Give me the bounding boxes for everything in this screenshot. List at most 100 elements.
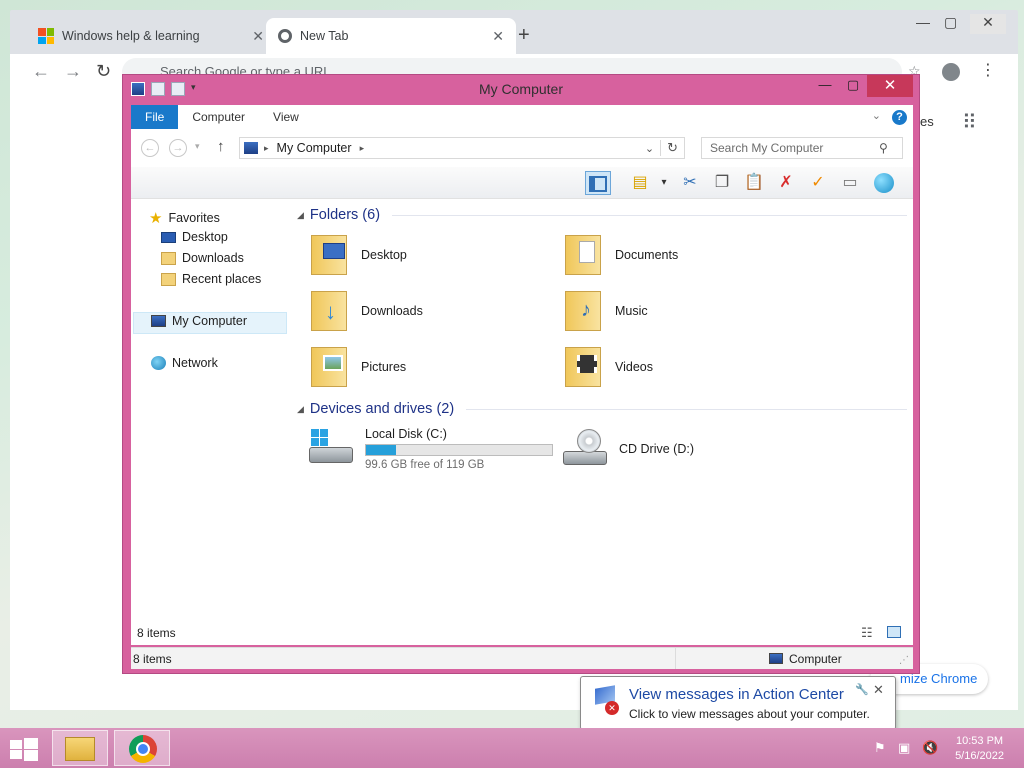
- folder-name: Pictures: [361, 360, 407, 374]
- dropdown-chevron-icon[interactable]: ▾: [651, 171, 677, 195]
- tab-close-icon[interactable]: ✕: [252, 28, 264, 45]
- preview-pane-icon[interactable]: [585, 171, 611, 195]
- help-icon[interactable]: ?: [892, 110, 907, 125]
- expand-ribbon-chevron-icon[interactable]: ⌄: [872, 109, 881, 122]
- properties-icon[interactable]: ▤: [627, 171, 653, 195]
- forward-button-icon[interactable]: →: [169, 139, 187, 157]
- close-icon[interactable]: ✕: [970, 14, 1006, 34]
- menu-icon[interactable]: ⋮: [980, 62, 996, 80]
- computer-icon: [151, 315, 166, 327]
- maximize-icon[interactable]: ▢: [944, 14, 957, 31]
- cut-icon[interactable]: ✂: [677, 171, 703, 195]
- back-icon[interactable]: ←: [32, 62, 50, 80]
- forward-icon[interactable]: →: [64, 62, 82, 80]
- copy-icon[interactable]: ❐: [709, 171, 735, 195]
- nav-item-network[interactable]: Network: [151, 356, 218, 370]
- start-windows-icon[interactable]: [10, 738, 38, 761]
- back-button-icon[interactable]: ←: [141, 139, 159, 157]
- nav-item-downloads[interactable]: Downloads: [161, 251, 244, 265]
- nav-item-my-computer[interactable]: My Computer: [151, 314, 247, 328]
- tab-view[interactable]: View: [259, 105, 313, 129]
- folder-downloads-icon: ↓: [309, 287, 351, 335]
- tab-windows-help[interactable]: Windows help & learning ✕: [26, 18, 276, 54]
- chrome-icon: [129, 735, 157, 763]
- taskbar-chrome-button[interactable]: [114, 730, 170, 766]
- up-arrow-icon[interactable]: ↑: [217, 138, 225, 155]
- nav-item-favorites[interactable]: ★ Favorites: [149, 209, 220, 227]
- breadcrumb[interactable]: My Computer: [277, 141, 352, 155]
- folders-group-header[interactable]: ◢ Folders (6): [297, 207, 907, 223]
- system-clock[interactable]: 10:53 PM 5/16/2022: [955, 734, 1004, 764]
- details-view-icon[interactable]: ☷: [861, 625, 873, 641]
- tab-file[interactable]: File: [131, 105, 179, 129]
- taskbar: ⚑ ▣ 🔇 10:53 PM 5/16/2022: [0, 728, 1024, 768]
- balloon-close-icon[interactable]: ✕: [873, 682, 884, 698]
- clock-date: 5/16/2022: [955, 750, 1004, 762]
- drive-usage-fill: [366, 445, 397, 455]
- status-location: Computer: [789, 652, 842, 666]
- nav-item-desktop[interactable]: Desktop: [161, 230, 228, 244]
- checkmark-icon[interactable]: ✓: [805, 171, 831, 195]
- collapse-triangle-icon[interactable]: ◢: [297, 210, 304, 221]
- downloads-folder-icon: [161, 251, 176, 265]
- collapse-triangle-icon[interactable]: ◢: [297, 404, 304, 415]
- nav-label: Downloads: [182, 251, 244, 265]
- balloon-body: Click to view messages about your comput…: [629, 707, 870, 721]
- action-center-balloon[interactable]: ✕ View messages in Action Center Click t…: [580, 676, 896, 730]
- folder-tile-videos[interactable]: Videos: [563, 343, 653, 391]
- nav-label: Recent places: [182, 272, 262, 286]
- items-count-strip: 8 items ☷: [131, 623, 913, 645]
- status-bar: 8 items Computer ⋰: [131, 647, 913, 669]
- drive-tile-c[interactable]: Local Disk (C:) 99.6 GB free of 119 GB: [307, 425, 553, 471]
- reload-icon[interactable]: ↻: [96, 62, 111, 80]
- search-icon[interactable]: ⚲: [879, 141, 888, 155]
- recent-locations-chevron-icon[interactable]: ▾: [195, 141, 200, 152]
- folder-tile-desktop[interactable]: Desktop: [309, 231, 407, 279]
- action-center-tray-icon[interactable]: ⚑: [874, 740, 886, 756]
- paste-icon[interactable]: 📋: [741, 171, 767, 195]
- breadcrumb-arrow-icon[interactable]: ▸: [264, 143, 269, 154]
- status-items-count: 8 items: [133, 652, 172, 666]
- globe-icon[interactable]: [871, 171, 897, 195]
- address-dropdown-icon[interactable]: ⌄: [645, 142, 654, 155]
- refresh-icon[interactable]: ↻: [660, 140, 684, 156]
- status-divider: [675, 648, 676, 669]
- tab-new-tab[interactable]: New Tab ✕: [266, 18, 516, 54]
- address-bar[interactable]: ▸ My Computer ▸ ⌄ ↻: [239, 137, 685, 159]
- apps-grid-icon[interactable]: ⠿: [962, 110, 977, 135]
- delete-icon[interactable]: ✗: [773, 171, 799, 195]
- maximize-button[interactable]: ▢: [839, 75, 867, 97]
- minimize-button[interactable]: —: [811, 75, 839, 97]
- taskbar-file-explorer-button[interactable]: [52, 730, 108, 766]
- minimize-icon[interactable]: —: [916, 14, 930, 30]
- folder-tile-pictures[interactable]: Pictures: [309, 343, 406, 391]
- drive-tile-d[interactable]: CD Drive (D:): [561, 427, 694, 471]
- nav-label: Favorites: [168, 211, 220, 225]
- large-icons-view-icon[interactable]: [887, 626, 901, 638]
- folder-tile-downloads[interactable]: ↓ Downloads: [309, 287, 423, 335]
- volume-muted-icon[interactable]: 🔇: [922, 740, 938, 756]
- network-tray-icon[interactable]: ▣: [898, 740, 910, 756]
- folder-tile-music[interactable]: ♪ Music: [563, 287, 648, 335]
- window-title: My Computer: [478, 81, 564, 97]
- new-tab-plus-icon[interactable]: +: [518, 24, 530, 47]
- nav-label: Network: [172, 356, 218, 370]
- desktop-icon: [161, 231, 176, 243]
- devices-group-header[interactable]: ◢ Devices and drives (2): [297, 401, 907, 417]
- content-area: ★ Favorites Desktop Downloads Recent pla…: [131, 199, 913, 623]
- nav-item-recent-places[interactable]: Recent places: [161, 272, 261, 286]
- folder-name: Music: [615, 304, 648, 318]
- rename-icon[interactable]: ▭: [837, 171, 863, 195]
- profile-avatar-icon[interactable]: [942, 63, 960, 81]
- tab-computer[interactable]: Computer: [178, 105, 259, 129]
- balloon-options-icon[interactable]: 🔧: [855, 683, 869, 696]
- command-toolbar: ▤ ▾ ✂ ❐ 📋 ✗ ✓ ▭: [131, 167, 913, 199]
- search-input[interactable]: Search My Computer: [701, 137, 903, 159]
- resize-grip-icon[interactable]: ⋰: [899, 655, 909, 666]
- close-button[interactable]: ✕: [867, 75, 913, 97]
- balloon-title[interactable]: View messages in Action Center: [629, 686, 844, 703]
- tab-close-icon[interactable]: ✕: [492, 28, 504, 45]
- breadcrumb-arrow-icon[interactable]: ▸: [360, 143, 365, 154]
- folder-tile-documents[interactable]: Documents: [563, 231, 678, 279]
- title-bar[interactable]: ▾ My Computer — ▢ ✕: [123, 75, 919, 105]
